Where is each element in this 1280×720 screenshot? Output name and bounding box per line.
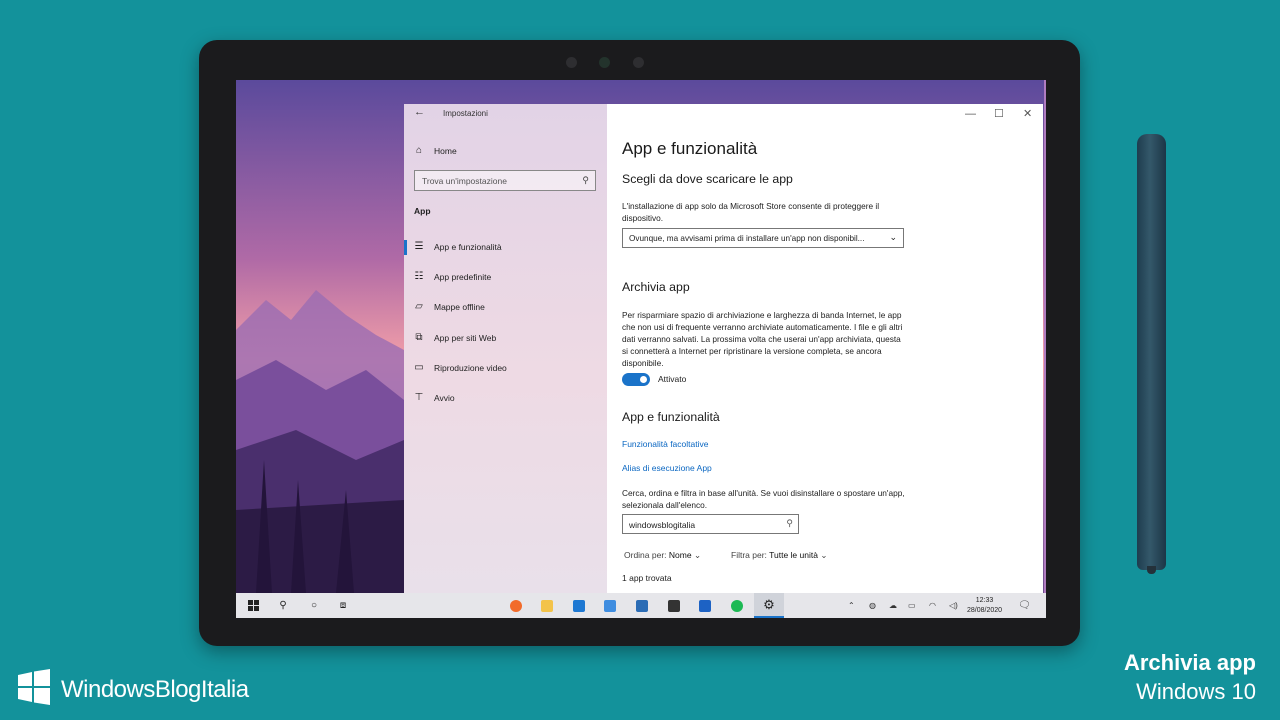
sidebar-item-label: Avvio: [434, 392, 455, 403]
todo-icon[interactable]: [602, 593, 618, 618]
settings-app-icon[interactable]: ⚙: [754, 593, 784, 618]
filter-dropdown[interactable]: Filtra per: Tutte le unità ⌄: [731, 550, 827, 561]
wifi-icon[interactable]: ◠: [929, 593, 936, 618]
app-execution-alias-link[interactable]: Alias di esecuzione App: [622, 463, 712, 473]
filter-value: Tutte le unità: [769, 550, 818, 560]
cortana-icon[interactable]: ○: [306, 593, 322, 618]
app-search-value: windowsblogitalia: [629, 520, 696, 530]
mail-icon[interactable]: [571, 593, 587, 618]
chevron-down-icon: ⌄: [693, 550, 702, 560]
caption-title: Archivia app: [1123, 650, 1256, 675]
archive-toggle[interactable]: [622, 373, 650, 386]
search-icon[interactable]: ⚲: [275, 593, 291, 618]
battery-icon[interactable]: ▭: [908, 593, 916, 618]
tray-expand-icon[interactable]: ⌃: [848, 593, 855, 618]
settings-window: ← Impostazioni ⌂ Home Trova un'impostazi…: [404, 104, 1043, 593]
toggle-knob: [640, 376, 647, 383]
selected-indicator: [404, 240, 407, 255]
sidebar-item-default-apps[interactable]: ☷ App predefinite: [414, 271, 492, 282]
spotify-icon[interactable]: [729, 593, 745, 618]
taskbar-clock[interactable]: 12:33 28/08/2020: [967, 596, 1002, 616]
camera-icon: [599, 57, 610, 68]
sidebar-item-label: App predefinite: [434, 271, 492, 282]
sidebar-item-startup[interactable]: ⊤ Avvio: [414, 392, 455, 403]
camera-icon: [566, 57, 577, 68]
install-select-value: Ovunque, ma avvisami prima di installare…: [629, 234, 865, 243]
optional-features-link[interactable]: Funzionalità facoltative: [622, 439, 708, 449]
window-title: Impostazioni: [443, 109, 488, 118]
install-heading: Scegli da dove scaricare le app: [622, 172, 793, 186]
nav-home-label: Home: [434, 145, 457, 156]
sensor-icon: [633, 57, 644, 68]
store-icon[interactable]: [666, 593, 682, 618]
web-apps-icon: ⧉: [415, 332, 423, 343]
sidebar-item-label: Mappe offline: [434, 301, 485, 312]
search-icon[interactable]: ⚲: [582, 175, 589, 186]
settings-search-input[interactable]: Trova un'impostazione ⚲: [414, 170, 596, 191]
sidebar-item-label: App e funzionalità: [434, 241, 502, 252]
startup-icon: ⊤: [414, 392, 424, 403]
edge-icon[interactable]: ◍: [869, 593, 876, 618]
clock-date: 28/08/2020: [967, 607, 1003, 614]
clock-time: 12:33: [975, 597, 994, 604]
section-heading: App: [414, 206, 431, 216]
onedrive-icon[interactable]: ☁: [889, 593, 897, 618]
search-icon[interactable]: ⚲: [786, 518, 793, 529]
sidebar-item-offline-maps[interactable]: ▱ Mappe offline: [414, 301, 485, 312]
maximize-button[interactable]: ☐: [994, 106, 1004, 122]
firefox-icon[interactable]: [508, 593, 524, 618]
app-search-input[interactable]: windowsblogitalia ⚲: [622, 514, 799, 534]
back-arrow-icon[interactable]: ←: [414, 106, 425, 118]
nav-home[interactable]: ⌂ Home: [414, 145, 457, 156]
close-button[interactable]: ✕: [1023, 106, 1032, 122]
sort-value: Nome: [668, 550, 692, 560]
sidebar-item-label: App per siti Web: [434, 332, 497, 343]
photos-icon[interactable]: [634, 593, 650, 618]
apps-heading: App e funzionalità: [622, 410, 720, 424]
tablet-screen: ← Impostazioni ⌂ Home Trova un'impostazi…: [236, 80, 1046, 618]
pen-tip: [1147, 566, 1156, 574]
sidebar-item-video[interactable]: ▭ Riproduzione video: [414, 362, 507, 373]
media-player-icon[interactable]: [697, 593, 713, 618]
filter-label: Filtra per:: [731, 550, 767, 560]
list-icon: ☰: [414, 241, 424, 252]
home-icon: ⌂: [415, 145, 423, 156]
sidebar-item-web-apps[interactable]: ⧉ App per siti Web: [414, 332, 496, 343]
defaults-icon: ☷: [414, 271, 424, 282]
map-icon: ▱: [415, 301, 423, 312]
minimize-button[interactable]: —: [965, 106, 976, 122]
chevron-down-icon: ⌄: [820, 550, 828, 560]
sort-dropdown[interactable]: Ordina per: Nome ⌄: [624, 550, 701, 561]
sort-label: Ordina per:: [624, 550, 667, 560]
settings-sidebar: ← Impostazioni ⌂ Home Trova un'impostazi…: [404, 104, 607, 593]
filter-description: Cerca, ordina e filtra in base all'unità…: [622, 488, 905, 510]
page-title: App e funzionalità: [622, 139, 758, 158]
sidebar-item-label: Riproduzione video: [434, 362, 507, 373]
install-description: L'installazione di app solo da Microsoft…: [622, 201, 880, 223]
archive-toggle-label: Attivato: [658, 374, 687, 384]
taskbar: ⚲ ○ ⧈ ⚙ ⌃ ◍ ☁ ▭ ◠ ◁) 12:33 28/08/2020 🗨: [236, 593, 1046, 618]
surface-pen: [1137, 134, 1166, 570]
brand-name: WindowsBlogItalia: [61, 676, 249, 703]
video-icon: ▭: [414, 362, 424, 373]
chevron-down-icon: ⌄: [889, 232, 897, 242]
volume-icon[interactable]: ◁): [949, 593, 958, 618]
windowsblogitalia-logo-icon: [18, 669, 50, 705]
app-count: 1 app trovata: [622, 573, 672, 583]
install-source-select[interactable]: Ovunque, ma avvisami prima di installare…: [622, 228, 904, 248]
caption-subtitle: Windows 10: [1136, 679, 1256, 704]
archive-description: Per risparmiare spazio di archiviazione …: [622, 310, 903, 368]
settings-content: — ☐ ✕ App e funzionalità Scegli da dove …: [607, 104, 1043, 593]
start-icon[interactable]: [246, 593, 260, 618]
sidebar-item-app-features[interactable]: ☰ App e funzionalità: [414, 241, 502, 252]
notifications-icon[interactable]: 🗨: [1018, 593, 1031, 618]
archive-heading: Archivia app: [622, 280, 690, 294]
search-placeholder: Trova un'impostazione: [422, 176, 507, 186]
file-explorer-icon[interactable]: [539, 593, 555, 618]
task-view-icon[interactable]: ⧈: [335, 593, 351, 618]
